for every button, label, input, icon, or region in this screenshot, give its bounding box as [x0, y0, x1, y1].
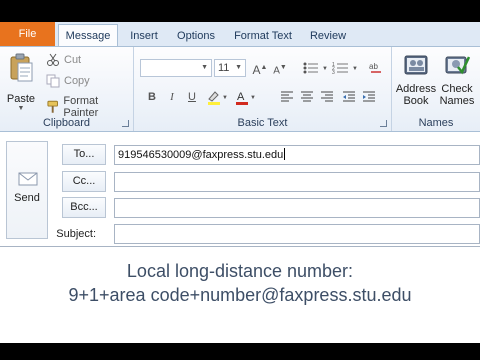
svg-text:A: A — [237, 91, 245, 103]
caret-down-icon: ▼ — [279, 64, 287, 71]
cc-field[interactable] — [114, 172, 480, 192]
bold-button[interactable]: B — [144, 89, 160, 105]
clear-formatting-icon[interactable]: ab — [368, 59, 384, 75]
cut-button[interactable]: Cut — [46, 53, 81, 67]
check-names-icon — [445, 56, 470, 75]
shrink-font-label: A — [273, 65, 280, 77]
grow-font-label: A — [252, 63, 261, 77]
svg-text:▼: ▼ — [222, 95, 228, 101]
italic-button[interactable]: I — [164, 89, 180, 105]
address-book-icon — [404, 55, 428, 75]
font-size-value: 11 — [218, 62, 230, 74]
svg-text:3: 3 — [332, 70, 335, 75]
to-button[interactable]: To... — [62, 144, 106, 165]
text-caret — [284, 148, 286, 160]
format-painter-button[interactable]: Format Painter — [46, 95, 133, 119]
tab-format-text[interactable]: Format Text — [228, 25, 298, 47]
clipboard-launcher-icon[interactable] — [122, 120, 129, 127]
tab-insert[interactable]: Insert — [124, 25, 164, 47]
font-name-combo[interactable]: ▼ — [140, 59, 212, 77]
subject-field[interactable] — [114, 224, 480, 244]
names-group: Address Book Check Names Names — [392, 47, 480, 131]
highlight-button[interactable]: ▼ — [206, 89, 230, 105]
clipboard-group: Paste ▼ Cut Copy Format Painter Clipboar… — [0, 47, 134, 131]
basic-text-launcher-icon[interactable] — [380, 120, 387, 127]
bcc-field[interactable] — [114, 198, 480, 218]
font-size-combo[interactable]: 11 ▼ — [214, 59, 246, 77]
check-names-button[interactable]: Check Names — [436, 53, 478, 107]
bcc-button[interactable]: Bcc... — [62, 197, 106, 218]
tab-file[interactable]: File — [0, 22, 55, 47]
paste-button[interactable]: Paste ▼ — [4, 53, 38, 115]
send-label: Send — [14, 192, 40, 204]
caret-up-icon: ▲ — [260, 64, 268, 71]
ribbon-tab-strip: Message Insert Options Format Text Revie… — [0, 22, 480, 48]
paste-label: Paste — [6, 93, 36, 105]
subject-label: Subject: — [56, 228, 96, 240]
chevron-down-icon: ▼ — [235, 64, 242, 71]
basic-text-group: ▼ 11 ▼ A▲ A▼ ▼ 1 2 3 ▼ ab B I U ▼ A ▼ Ba… — [134, 47, 392, 131]
to-field[interactable]: 919546530009@faxpress.stu.edu — [114, 145, 480, 165]
svg-text:ab: ab — [369, 62, 378, 71]
grow-font-button[interactable]: A▲ — [252, 60, 268, 77]
decrease-indent-icon[interactable] — [342, 91, 356, 103]
names-group-label: Names — [418, 117, 454, 129]
address-book-label-line2: Book — [403, 95, 429, 107]
to-value: 919546530009@faxpress.stu.edu — [118, 149, 284, 161]
ribbon: Paste ▼ Cut Copy Format Painter Clipboar… — [0, 46, 480, 132]
address-book-button[interactable]: Address Book — [394, 53, 438, 107]
copy-label: Copy — [64, 75, 90, 87]
copy-button[interactable]: Copy — [46, 74, 90, 88]
tab-review[interactable]: Review — [306, 25, 350, 47]
copy-icon — [46, 74, 60, 88]
scissors-icon — [47, 53, 59, 66]
black-letterbox-top — [0, 0, 480, 20]
check-names-label-line1: Check — [441, 83, 473, 95]
cut-label: Cut — [64, 54, 82, 66]
svg-text:▼: ▼ — [322, 66, 328, 72]
svg-text:▼: ▼ — [250, 95, 256, 101]
increase-indent-icon[interactable] — [362, 91, 376, 103]
underline-button[interactable]: U — [184, 89, 200, 105]
align-right-icon[interactable] — [320, 91, 334, 103]
message-body[interactable]: Local long-distance number: 9+1+area cod… — [0, 246, 480, 343]
black-letterbox-bottom — [0, 343, 480, 360]
align-center-icon[interactable] — [300, 91, 314, 103]
address-book-label-line1: Address — [395, 83, 437, 95]
basic-text-group-label: Basic Text — [237, 117, 288, 129]
chevron-down-icon: ▼ — [17, 105, 25, 112]
numbering-button[interactable]: 1 2 3 ▼ — [332, 61, 360, 75]
font-color-button[interactable]: A ▼ — [234, 89, 258, 105]
paintbrush-icon — [47, 100, 58, 113]
body-text-line-1: Local long-distance number: — [126, 261, 354, 281]
align-left-icon[interactable] — [280, 91, 294, 103]
paste-icon — [10, 53, 33, 82]
envelope-icon — [18, 172, 38, 186]
chevron-down-icon: ▼ — [201, 64, 208, 71]
bullets-button[interactable]: ▼ — [302, 61, 330, 75]
cc-button[interactable]: Cc... — [62, 171, 106, 192]
outlook-compose-window: Message Insert Options Format Text Revie… — [0, 0, 480, 360]
clipboard-group-label: Clipboard — [42, 117, 91, 129]
svg-text:▼: ▼ — [352, 66, 358, 72]
format-painter-label: Format Painter — [63, 95, 99, 119]
message-header: Send To... 919546530009@faxpress.stu.edu… — [0, 132, 480, 246]
send-button[interactable]: Send — [6, 141, 48, 239]
check-names-label-line2: Names — [439, 95, 475, 107]
body-text-line-2: 9+1+area code+number@faxpress.stu.edu — [68, 285, 412, 305]
shrink-font-button[interactable]: A▼ — [272, 60, 288, 76]
tab-message[interactable]: Message — [58, 24, 118, 48]
tab-options[interactable]: Options — [172, 25, 220, 47]
